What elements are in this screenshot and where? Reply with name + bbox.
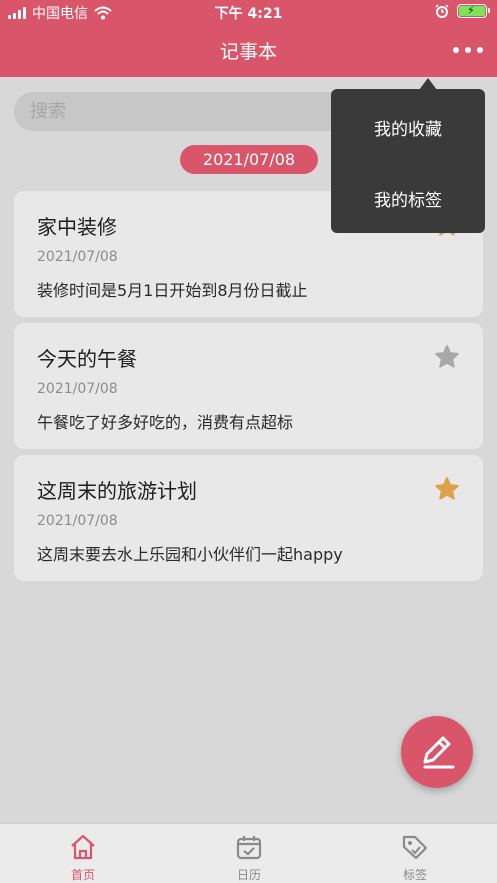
menu-item-tags[interactable]: 我的标签 [331,186,485,211]
star-icon[interactable] [433,475,461,503]
tab-label: 日历 [236,868,261,882]
dropdown-menu: 我的收藏 我的标签 [331,89,485,233]
alarm-icon [435,4,449,18]
tab-bar: 首页 日历 标签 [0,823,497,883]
page-title: 记事本 [219,41,277,63]
tab-home[interactable]: 首页 [0,824,166,883]
status-bar: 中国电信 下午 4:21 ⚡ [0,0,497,24]
note-title: 家中装修 [37,215,117,239]
more-dots-icon[interactable] [453,38,483,62]
status-time: 下午 4:21 [214,6,283,22]
menu-item-favorites[interactable]: 我的收藏 [331,115,485,140]
note-date: 2021/07/08 [37,249,118,265]
edit-pencil-icon [423,736,455,769]
note-date: 2021/07/08 [37,381,118,397]
home-icon [71,834,95,860]
date-group-badge: 2021/07/08 [180,145,318,174]
note-card[interactable]: 今天的午餐 2021/07/08 午餐吃了好多好吃的，消费有点超标 [14,323,483,449]
star-icon[interactable] [433,343,461,371]
tab-tags[interactable]: 标签 [332,824,497,883]
search-placeholder: 搜索 [30,101,66,122]
note-date: 2021/07/08 [37,513,118,529]
navbar: 记事本 [0,24,497,77]
note-content: 这周末要去水上乐园和小伙伴们一起happy [37,545,343,564]
note-content: 午餐吃了好多好吃的，消费有点超标 [37,413,294,432]
note-title: 今天的午餐 [37,347,137,371]
note-content: 装修时间是5月1日开始到8月份日截止 [37,281,308,300]
battery-icon: ⚡ [457,4,490,18]
status-right: ⚡ [435,4,490,18]
tab-label: 标签 [402,868,427,882]
note-title: 这周末的旅游计划 [37,479,197,503]
tab-label: 首页 [70,868,95,882]
note-card[interactable]: 这周末的旅游计划 2021/07/08 这周末要去水上乐园和小伙伴们一起happ… [14,455,483,581]
tag-icon [402,835,428,860]
calendar-icon [236,836,262,860]
tab-calendar[interactable]: 日历 [166,824,332,883]
new-note-button[interactable] [401,716,473,788]
